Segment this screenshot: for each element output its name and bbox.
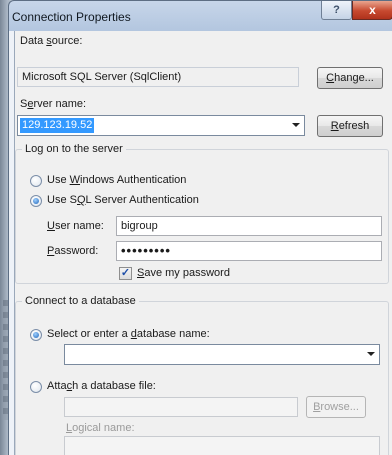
connection-properties-dialog: Connection Properties ? x Data source: M… (8, 0, 392, 455)
password-input[interactable]: ••••••••• (116, 241, 382, 261)
windows-auth-radio[interactable] (30, 175, 42, 187)
help-button[interactable]: ? (321, 1, 352, 20)
logical-name-input[interactable] (64, 436, 380, 455)
database-group-title: Connect to a database (22, 295, 139, 307)
data-source-label: Data source: (20, 35, 83, 47)
dropdown-arrow-icon[interactable] (367, 352, 375, 356)
logon-group: Log on to the server Use Windows Authent… (15, 143, 389, 284)
sql-auth-label[interactable]: Use SQL Server Authentication (47, 194, 199, 206)
database-name-combobox[interactable] (64, 344, 380, 365)
attach-database-radio[interactable] (30, 381, 42, 393)
data-source-value: Microsoft SQL Server (SqlClient) (17, 67, 299, 87)
close-button[interactable]: x (352, 1, 392, 20)
refresh-button[interactable]: Refresh (317, 115, 383, 137)
select-database-label[interactable]: Select or enter a database name: (47, 328, 210, 340)
server-name-label: Server name: (20, 98, 87, 110)
windows-auth-label[interactable]: Use Windows Authentication (47, 174, 186, 186)
database-group: Connect to a database Select or enter a … (15, 295, 389, 455)
save-password-label[interactable]: Save my password (137, 267, 230, 279)
username-input[interactable]: bigroup (116, 216, 382, 236)
logon-group-title: Log on to the server (22, 143, 126, 155)
change-button[interactable]: Change... (317, 67, 383, 89)
title-bar[interactable]: Connection Properties ? x (9, 1, 392, 31)
browse-button[interactable]: Browse... (306, 396, 366, 418)
username-label: User name: (47, 220, 104, 232)
attach-database-label[interactable]: Attach a database file: (47, 380, 156, 392)
server-name-combobox[interactable]: 129.123.19.52 (17, 115, 305, 136)
save-password-checkbox[interactable]: ✓ (119, 267, 132, 280)
server-name-value: 129.123.19.52 (20, 118, 95, 133)
dialog-body: Data source: Microsoft SQL Server (SqlCl… (14, 31, 392, 455)
window-title: Connection Properties (12, 10, 131, 24)
attach-file-input[interactable] (64, 397, 298, 417)
dropdown-arrow-icon[interactable] (292, 123, 300, 127)
logical-name-label: Logical name: (66, 422, 135, 434)
sql-auth-radio[interactable] (30, 195, 42, 207)
password-label: Password: (47, 245, 99, 257)
select-database-radio[interactable] (30, 329, 42, 341)
